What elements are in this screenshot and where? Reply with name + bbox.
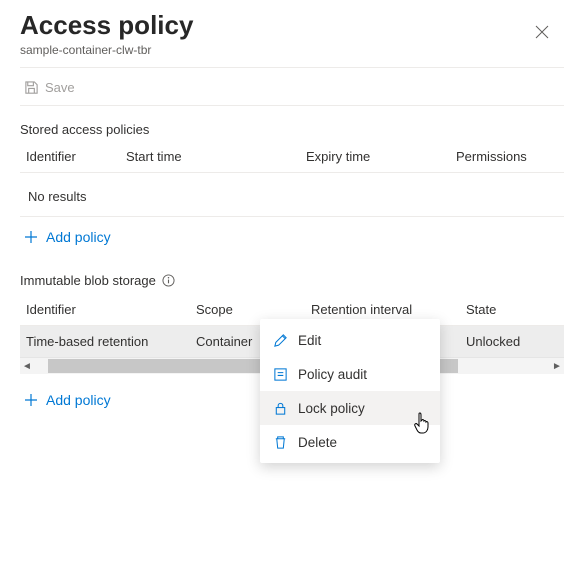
- save-icon: [24, 80, 39, 95]
- ctx-delete-label: Delete: [298, 435, 337, 450]
- ctx-delete[interactable]: Delete: [260, 425, 440, 459]
- scroll-right-arrow[interactable]: ►: [550, 361, 564, 372]
- stored-policies-title: Stored access policies: [20, 112, 564, 143]
- audit-icon: [272, 366, 288, 382]
- delete-icon: [272, 434, 288, 450]
- immutable-title: Immutable blob storage: [20, 273, 156, 288]
- scroll-left-arrow[interactable]: ◄: [20, 361, 34, 372]
- cell-state: Unlocked: [466, 334, 558, 349]
- ctx-edit[interactable]: Edit: [260, 323, 440, 357]
- col-ibs-retention: Retention interval: [311, 302, 466, 317]
- col-identifier: Identifier: [26, 149, 126, 164]
- add-stored-policy-label: Add policy: [46, 229, 111, 245]
- stored-policies-empty: No results: [20, 179, 564, 217]
- ctx-lock-label: Lock policy: [298, 401, 365, 416]
- ctx-edit-label: Edit: [298, 333, 321, 348]
- col-start: Start time: [126, 149, 306, 164]
- col-ibs-scope: Scope: [196, 302, 311, 317]
- plus-icon: [24, 230, 38, 244]
- close-icon: [535, 25, 549, 39]
- lock-icon: [272, 400, 288, 416]
- ctx-audit[interactable]: Policy audit: [260, 357, 440, 391]
- col-perms: Permissions: [456, 149, 558, 164]
- page-title: Access policy: [20, 10, 564, 41]
- add-stored-policy-button[interactable]: Add policy: [20, 217, 564, 257]
- info-icon[interactable]: [162, 274, 176, 288]
- save-label: Save: [45, 80, 75, 95]
- stored-policies-header: Identifier Start time Expiry time Permis…: [20, 143, 564, 170]
- cell-identifier: Time-based retention: [26, 334, 196, 349]
- ctx-audit-label: Policy audit: [298, 367, 367, 382]
- close-button[interactable]: [530, 20, 554, 44]
- col-ibs-state: State: [466, 302, 558, 317]
- context-menu: Edit Policy audit Lock policy Delete: [260, 319, 440, 463]
- edit-icon: [272, 332, 288, 348]
- ctx-lock[interactable]: Lock policy: [260, 391, 440, 425]
- page-subtitle: sample-container-clw-tbr: [20, 43, 564, 57]
- col-ibs-identifier: Identifier: [26, 302, 196, 317]
- save-button[interactable]: Save: [24, 80, 75, 95]
- plus-icon: [24, 393, 38, 407]
- add-immutable-policy-label: Add policy: [46, 392, 111, 408]
- col-expiry: Expiry time: [306, 149, 456, 164]
